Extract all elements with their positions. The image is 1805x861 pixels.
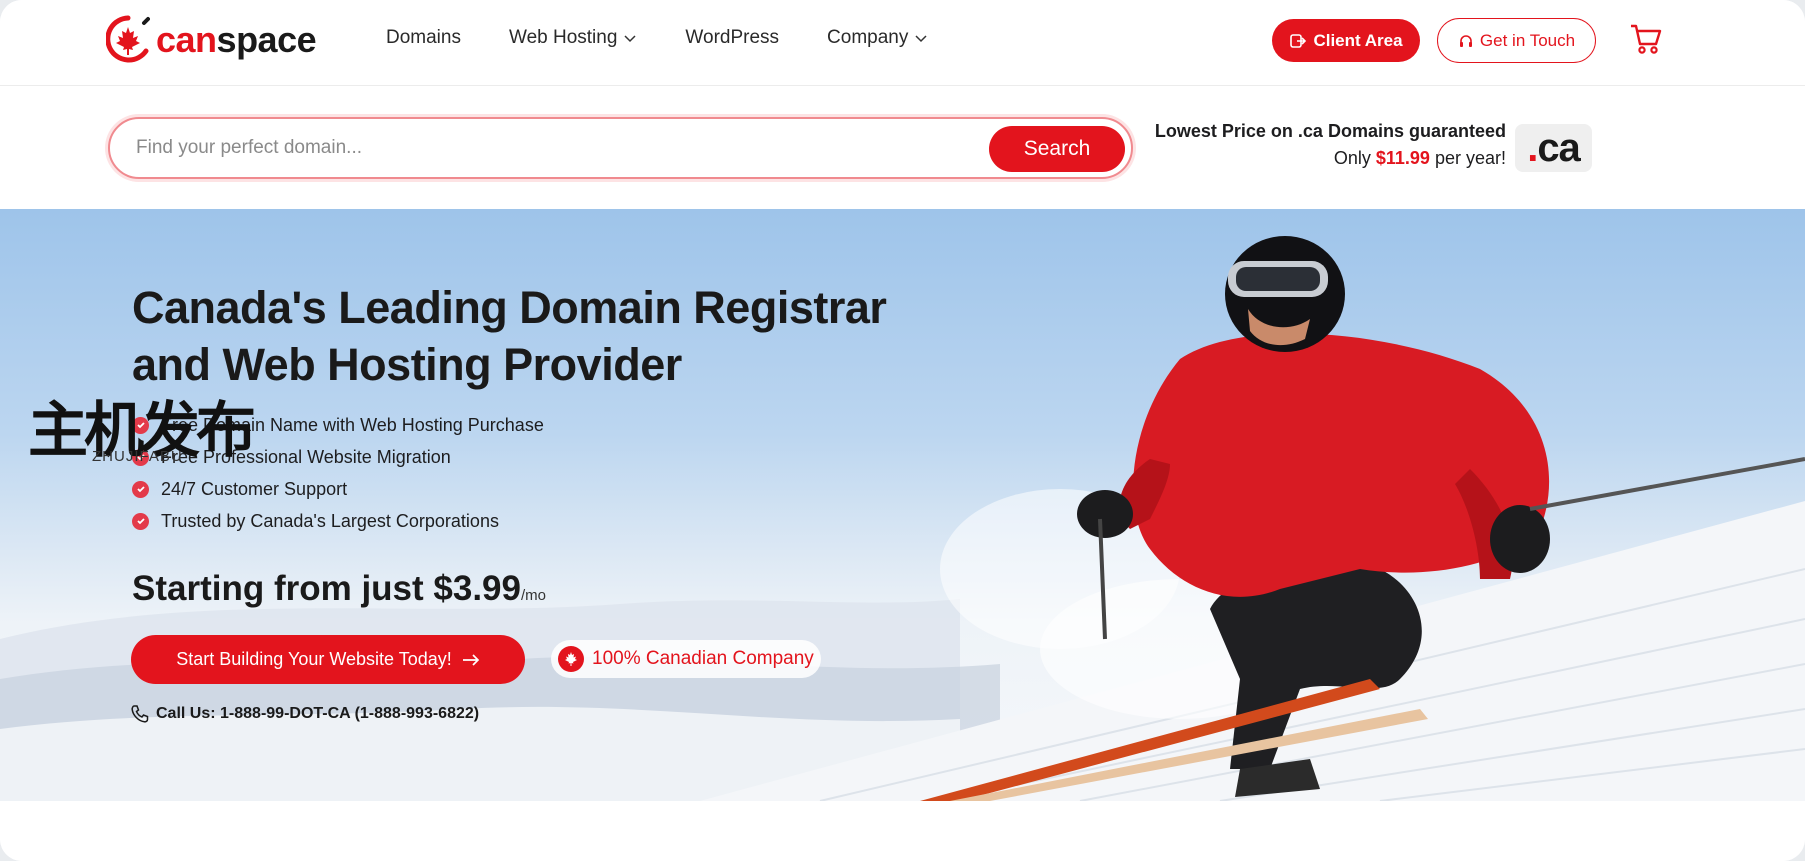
promo-headline: Lowest Price on .ca Domains guaranteed xyxy=(1154,121,1506,141)
page-frame: canspace Domains Web Hosting WordPress C… xyxy=(0,0,1805,861)
start-building-button[interactable]: Start Building Your Website Today! xyxy=(131,635,525,684)
arrow-right-icon xyxy=(462,653,479,666)
chevron-down-icon xyxy=(915,35,927,43)
get-in-touch-button[interactable]: Get in Touch xyxy=(1437,18,1596,63)
content-area xyxy=(0,801,1805,861)
logo-text: canspace xyxy=(156,19,317,60)
watermark: 主机发布 ZHUJIFABU xyxy=(28,396,256,466)
check-icon xyxy=(132,480,149,498)
chevron-down-icon xyxy=(624,35,636,43)
hero-title: Canada's Leading Domain Registrar and Web… xyxy=(132,282,887,390)
list-item: 24/7 Customer Support xyxy=(132,473,544,505)
headset-icon xyxy=(1459,34,1472,47)
search-button[interactable]: Search xyxy=(989,126,1125,172)
phone-icon xyxy=(131,705,149,723)
check-icon xyxy=(132,512,149,530)
maple-leaf-logo-icon xyxy=(106,15,150,63)
logo[interactable]: canspace xyxy=(106,14,317,66)
promo-price-line: Only $11.99 per year! xyxy=(1333,148,1506,168)
nav-domains[interactable]: Domains xyxy=(386,27,461,49)
client-area-button[interactable]: Client Area xyxy=(1272,19,1420,62)
maple-leaf-icon xyxy=(558,646,584,672)
ca-domain-badge: . ca xyxy=(1515,124,1592,172)
list-item: Trusted by Canada's Largest Corporations xyxy=(132,505,544,537)
domain-search-input[interactable] xyxy=(136,132,956,164)
promo-price: $11.99 xyxy=(1375,148,1430,168)
login-icon xyxy=(1290,33,1307,48)
ca-price-promo: Lowest Price on .ca Domains guaranteed O… xyxy=(1150,121,1506,169)
domain-search-box: Search xyxy=(108,117,1133,179)
site-header: canspace Domains Web Hosting WordPress C… xyxy=(0,0,1805,86)
hero-section: Canada's Leading Domain Registrar and Web… xyxy=(0,209,1805,801)
nav-company[interactable]: Company xyxy=(827,27,928,49)
starting-price: Starting from just $3.99/mo xyxy=(132,569,546,608)
nav-web-hosting[interactable]: Web Hosting xyxy=(509,27,637,49)
main-nav: Domains Web Hosting WordPress Company xyxy=(386,27,928,49)
canadian-company-badge: 100% Canadian Company xyxy=(551,640,821,678)
cart-icon[interactable] xyxy=(1629,22,1663,56)
call-us-line[interactable]: Call Us: 1-888-99-DOT-CA (1-888-993-6822… xyxy=(130,704,479,724)
nav-wordpress[interactable]: WordPress xyxy=(685,27,779,49)
